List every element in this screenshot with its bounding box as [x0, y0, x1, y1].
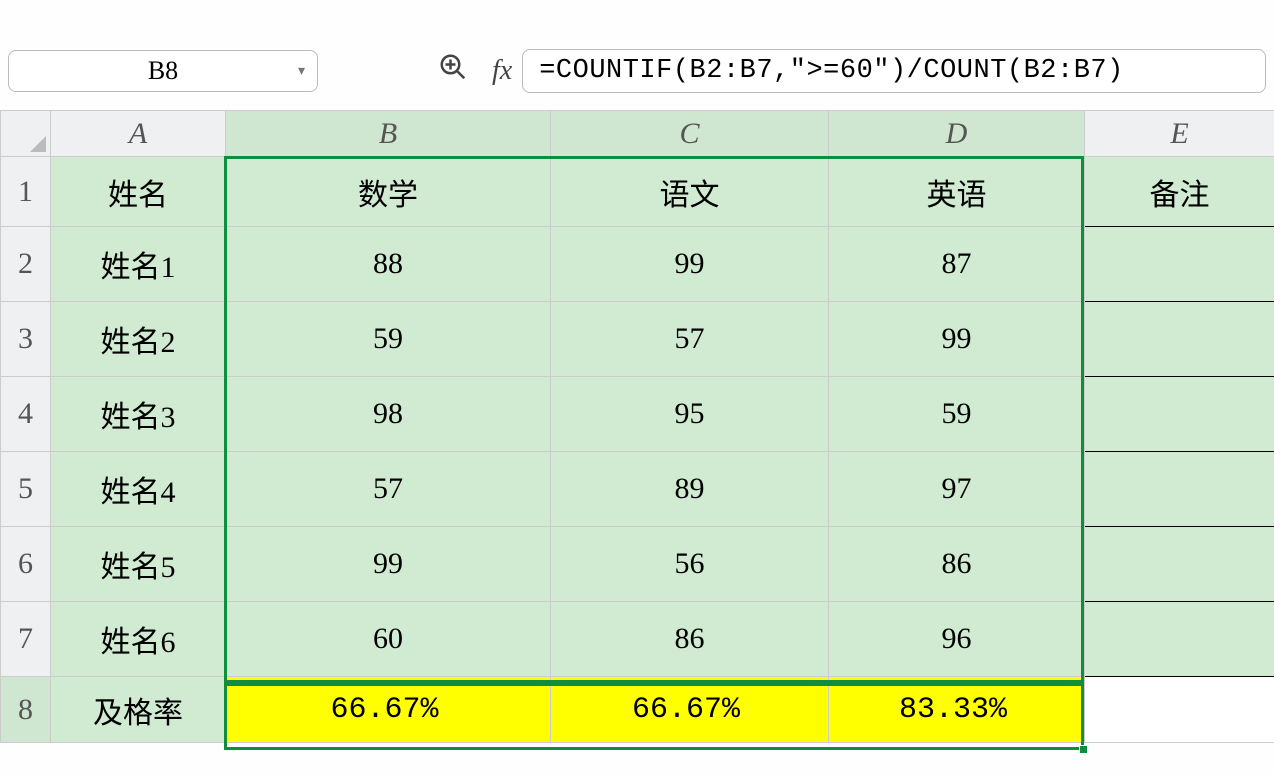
formula-bar: B8 ▾ fx =COUNTIF(B2:B7,">=60")/COUNT(B2:… [0, 42, 1274, 100]
cell-A3[interactable]: 姓名2 [51, 302, 226, 377]
cell-E1[interactable]: 备注 [1085, 157, 1274, 227]
fx-label[interactable]: fx [492, 55, 512, 87]
cell-A4[interactable]: 姓名3 [51, 377, 226, 452]
cell-D1[interactable]: 英语 [829, 157, 1085, 227]
col-header-E[interactable]: E [1085, 111, 1274, 157]
chevron-down-icon[interactable]: ▾ [298, 63, 305, 80]
formula-text: =COUNTIF(B2:B7,">=60")/COUNT(B2:B7) [539, 56, 1124, 86]
col-header-C[interactable]: C [551, 111, 829, 157]
row-header-5[interactable]: 5 [1, 452, 51, 527]
cell-C4[interactable]: 95 [551, 377, 829, 452]
cell-A1[interactable]: 姓名 [51, 157, 226, 227]
cell-A6[interactable]: 姓名5 [51, 527, 226, 602]
cell-E5[interactable] [1085, 452, 1274, 527]
cell-C7[interactable]: 86 [551, 602, 829, 677]
row-header-3[interactable]: 3 [1, 302, 51, 377]
selection-handle[interactable] [1079, 745, 1088, 754]
cell-E3[interactable] [1085, 302, 1274, 377]
row-header-2[interactable]: 2 [1, 227, 51, 302]
cell-E8[interactable] [1085, 677, 1274, 743]
cell-A2[interactable]: 姓名1 [51, 227, 226, 302]
cell-E2[interactable] [1085, 227, 1274, 302]
cell-E7[interactable] [1085, 602, 1274, 677]
cell-B7[interactable]: 60 [226, 602, 551, 677]
col-header-A[interactable]: A [51, 111, 226, 157]
magnify-icon[interactable] [438, 52, 468, 90]
row-header-6[interactable]: 6 [1, 527, 51, 602]
cell-B1[interactable]: 数学 [226, 157, 551, 227]
cell-A8[interactable]: 及格率 [51, 677, 226, 743]
cell-D4[interactable]: 59 [829, 377, 1085, 452]
cell-C3[interactable]: 57 [551, 302, 829, 377]
cell-D6[interactable]: 86 [829, 527, 1085, 602]
cell-C1[interactable]: 语文 [551, 157, 829, 227]
col-header-B[interactable]: B [226, 111, 551, 157]
cell-C6[interactable]: 56 [551, 527, 829, 602]
name-box-value: B8 [148, 56, 178, 86]
cell-B3[interactable]: 59 [226, 302, 551, 377]
cell-B8[interactable]: 66.67% [226, 677, 551, 743]
cell-D2[interactable]: 87 [829, 227, 1085, 302]
row-header-4[interactable]: 4 [1, 377, 51, 452]
cell-D8[interactable]: 83.33% [829, 677, 1085, 743]
select-all-corner[interactable] [1, 111, 51, 157]
cell-B4[interactable]: 98 [226, 377, 551, 452]
row-header-7[interactable]: 7 [1, 602, 51, 677]
row-header-1[interactable]: 1 [1, 157, 51, 227]
cell-C2[interactable]: 99 [551, 227, 829, 302]
row-header-8[interactable]: 8 [1, 677, 51, 743]
cell-A5[interactable]: 姓名4 [51, 452, 226, 527]
cell-B2[interactable]: 88 [226, 227, 551, 302]
spreadsheet-grid: A B C D E 1 姓名 数学 语文 英语 备注 2 姓名1 88 99 8… [0, 110, 1274, 743]
cell-E6[interactable] [1085, 527, 1274, 602]
formula-input[interactable]: =COUNTIF(B2:B7,">=60")/COUNT(B2:B7) [522, 49, 1266, 93]
cell-D5[interactable]: 97 [829, 452, 1085, 527]
cell-A7[interactable]: 姓名6 [51, 602, 226, 677]
cell-E4[interactable] [1085, 377, 1274, 452]
cell-C5[interactable]: 89 [551, 452, 829, 527]
cell-B6[interactable]: 99 [226, 527, 551, 602]
cell-D7[interactable]: 96 [829, 602, 1085, 677]
cell-B5[interactable]: 57 [226, 452, 551, 527]
cell-D3[interactable]: 99 [829, 302, 1085, 377]
col-header-D[interactable]: D [829, 111, 1085, 157]
name-box[interactable]: B8 ▾ [8, 50, 318, 92]
cell-C8[interactable]: 66.67% [551, 677, 829, 743]
